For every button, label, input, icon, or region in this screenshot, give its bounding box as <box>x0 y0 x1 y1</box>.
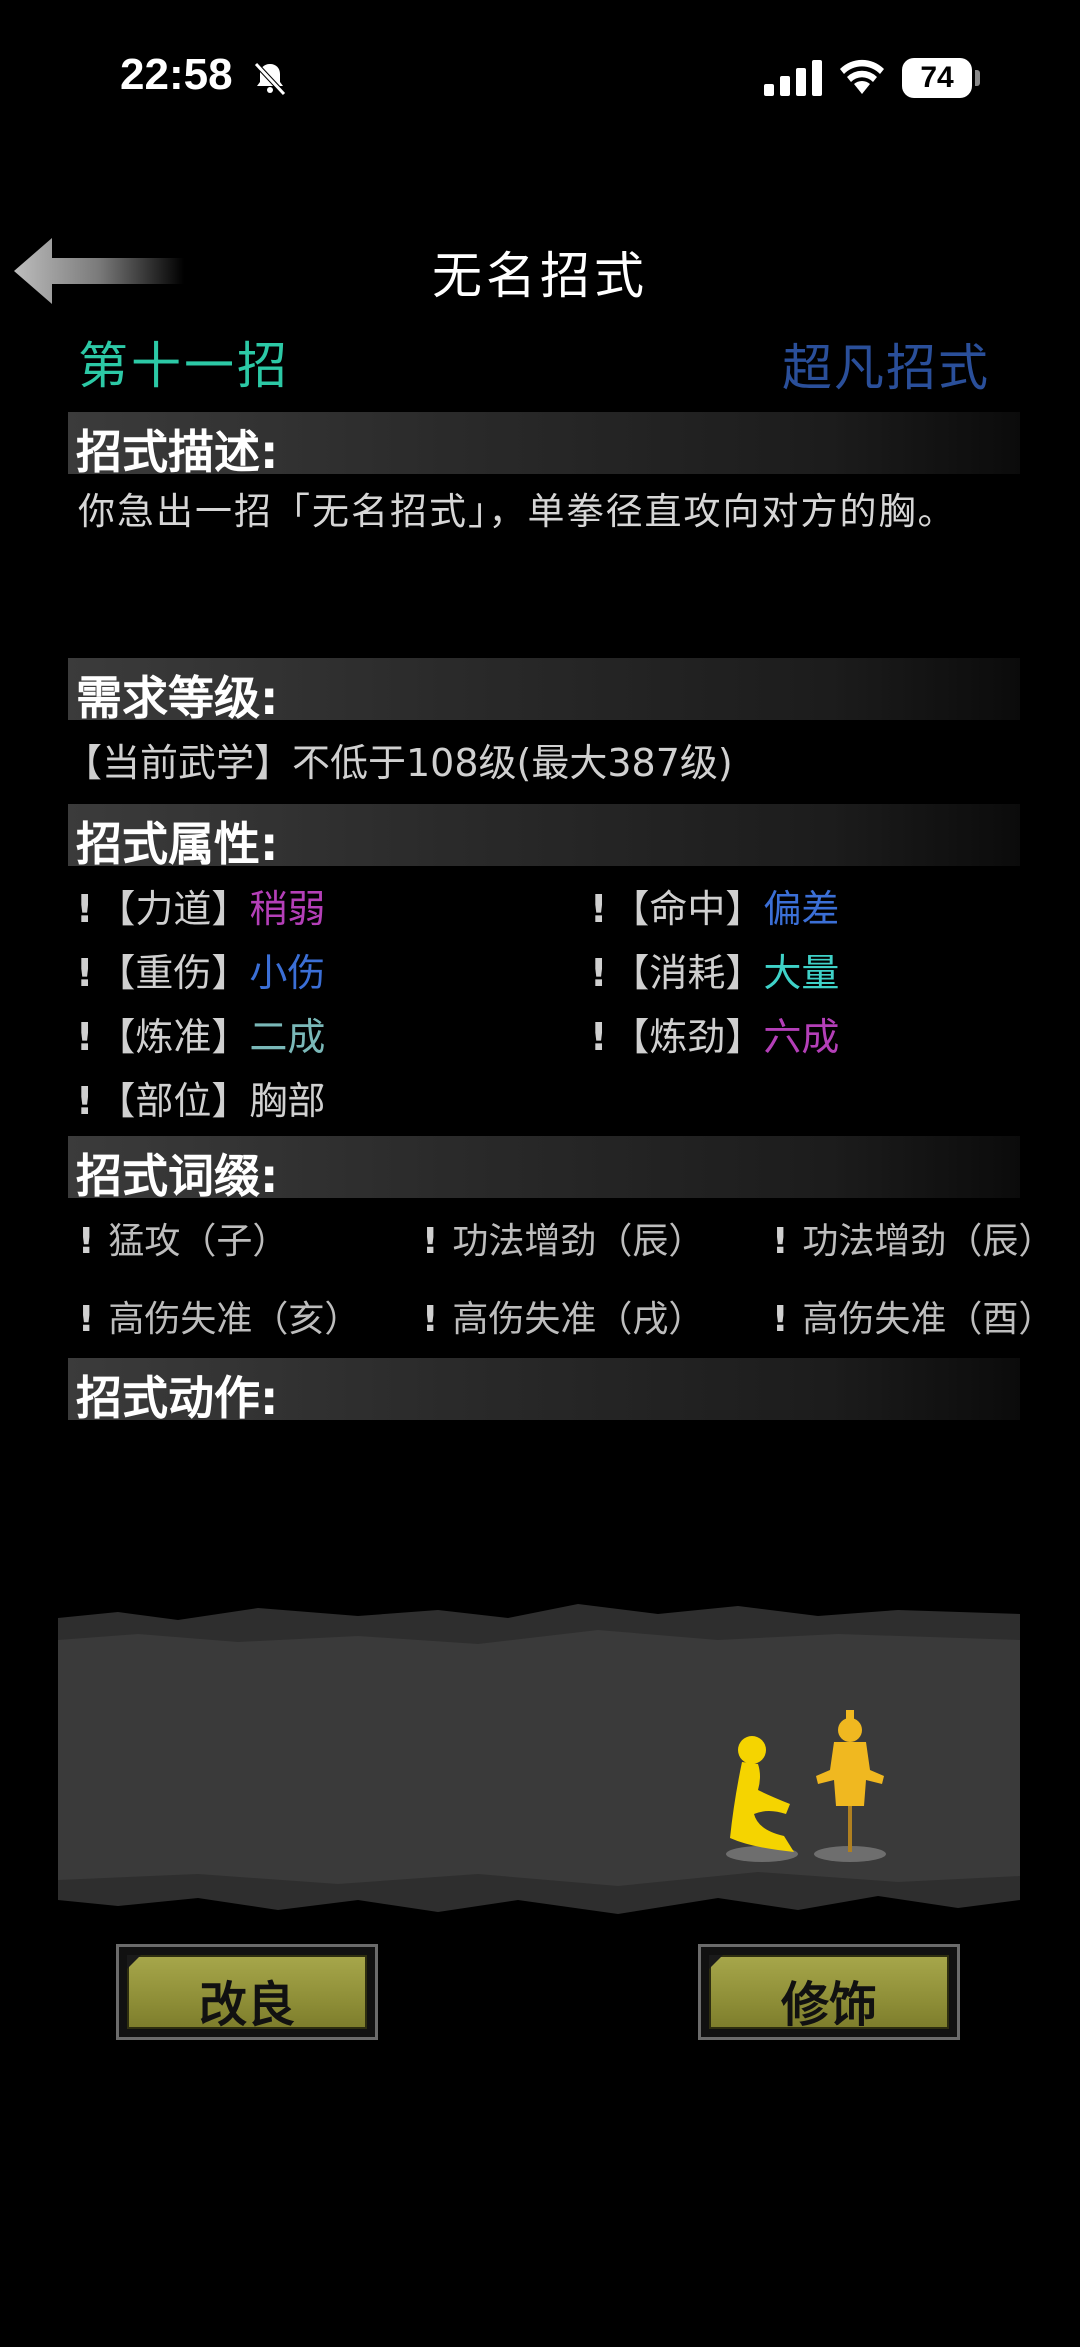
section-attributes-title: 招式属性: <box>76 817 279 871</box>
affix-mark: ! <box>772 1299 789 1340</box>
attribute-value: 偏差 <box>763 887 840 931</box>
status-time: 22:58 <box>120 50 233 99</box>
affix-item[interactable]: ! 高伤失准（酉） <box>772 1290 1054 1342</box>
section-requirement-title: 需求等级: <box>76 671 279 725</box>
attribute-value: 大量 <box>763 951 840 995</box>
bell-slash-icon <box>254 62 286 96</box>
decorate-button-label: 修饰 <box>780 1977 877 2033</box>
attribute-target-part[interactable]: ! 【部位】胸部 <box>76 1070 325 1125</box>
affix-mark: ! <box>422 1299 439 1340</box>
affix-text: 高伤失准（酉） <box>802 1299 1055 1340</box>
attribute-value: 胸部 <box>249 1079 326 1123</box>
move-index-label: 第十一招 <box>78 337 290 395</box>
move-detail-screen: 22:58 74 无名招式 第十一招 超凡招式 招式描述: 你急出一招「无名招式… <box>0 0 1080 2347</box>
section-affixes-title: 招式词缀: <box>76 1149 279 1203</box>
affix-item[interactable]: ! 高伤失准（亥） <box>78 1290 360 1342</box>
move-grade-label: 超凡招式 <box>782 339 990 397</box>
attribute-label: 【炼准】 <box>97 1015 250 1059</box>
affix-text: 高伤失准（戌） <box>452 1299 705 1340</box>
attribute-mark: ! <box>76 887 94 931</box>
attribute-accuracy[interactable]: ! 【命中】偏差 <box>590 878 839 933</box>
affix-text: 高伤失准（亥） <box>108 1299 361 1340</box>
cellular-signal-icon <box>764 60 822 96</box>
attribute-label: 【炼劲】 <box>611 1015 764 1059</box>
affix-mark: ! <box>772 1221 789 1262</box>
affix-text: 功法增劲（辰） <box>802 1221 1055 1262</box>
attribute-mark: ! <box>590 887 608 931</box>
section-attributes: 招式属性: <box>68 804 1020 871</box>
attribute-injury[interactable]: ! 【重伤】小伤 <box>76 942 325 997</box>
attribute-mark: ! <box>76 1079 94 1123</box>
affix-text: 猛攻（子） <box>108 1221 289 1262</box>
section-description-title: 招式描述: <box>76 425 279 479</box>
move-animation-preview <box>58 1604 1020 1914</box>
attribute-refine-accuracy[interactable]: ! 【炼准】二成 <box>76 1006 325 1061</box>
affix-mark: ! <box>78 1299 95 1340</box>
section-affixes: 招式词缀: <box>68 1136 1020 1203</box>
attribute-label: 【部位】 <box>97 1079 250 1123</box>
section-description: 招式描述: <box>68 412 1020 479</box>
section-requirement: 需求等级: <box>68 658 1020 725</box>
affix-mark: ! <box>78 1221 95 1262</box>
improve-button[interactable]: 改良 <box>116 1944 378 2040</box>
attribute-mark: ! <box>76 1015 94 1059</box>
decorate-button[interactable]: 修饰 <box>698 1944 960 2040</box>
attribute-value: 小伤 <box>249 951 326 995</box>
affix-item[interactable]: ! 功法增劲（辰） <box>772 1212 1054 1264</box>
battery-level: 74 <box>902 58 972 98</box>
attribute-strength[interactable]: ! 【力道】稍弱 <box>76 878 325 933</box>
affix-item[interactable]: ! 功法增劲（辰） <box>422 1212 704 1264</box>
page-title: 无名招式 <box>432 247 648 305</box>
attribute-cost[interactable]: ! 【消耗】大量 <box>590 942 839 997</box>
improve-button-label: 改良 <box>198 1977 295 2033</box>
description-text: 你急出一招「无名招式」，单拳径直攻向对方的胸。 <box>78 490 957 533</box>
affix-mark: ! <box>422 1221 439 1262</box>
attribute-mark: ! <box>590 1015 608 1059</box>
attribute-label: 【消耗】 <box>611 951 764 995</box>
attribute-value: 六成 <box>763 1015 840 1059</box>
battery-tip <box>975 70 980 86</box>
attribute-label: 【重伤】 <box>97 951 250 995</box>
attribute-value: 二成 <box>249 1015 326 1059</box>
attribute-label: 【命中】 <box>611 887 764 931</box>
requirement-text: 【当前武学】不低于108级(最大387级) <box>64 741 733 785</box>
attribute-value: 稍弱 <box>249 887 326 931</box>
attribute-label: 【力道】 <box>97 887 250 931</box>
section-actions: 招式动作: <box>68 1358 1020 1425</box>
wifi-icon <box>840 59 884 94</box>
section-actions-title: 招式动作: <box>76 1371 279 1425</box>
attribute-refine-power[interactable]: ! 【炼劲】六成 <box>590 1006 839 1061</box>
affix-item[interactable]: ! 猛攻（子） <box>78 1212 288 1264</box>
attribute-mark: ! <box>590 951 608 995</box>
affix-text: 功法增劲（辰） <box>452 1221 705 1262</box>
attribute-mark: ! <box>76 951 94 995</box>
affix-item[interactable]: ! 高伤失准（戌） <box>422 1290 704 1342</box>
